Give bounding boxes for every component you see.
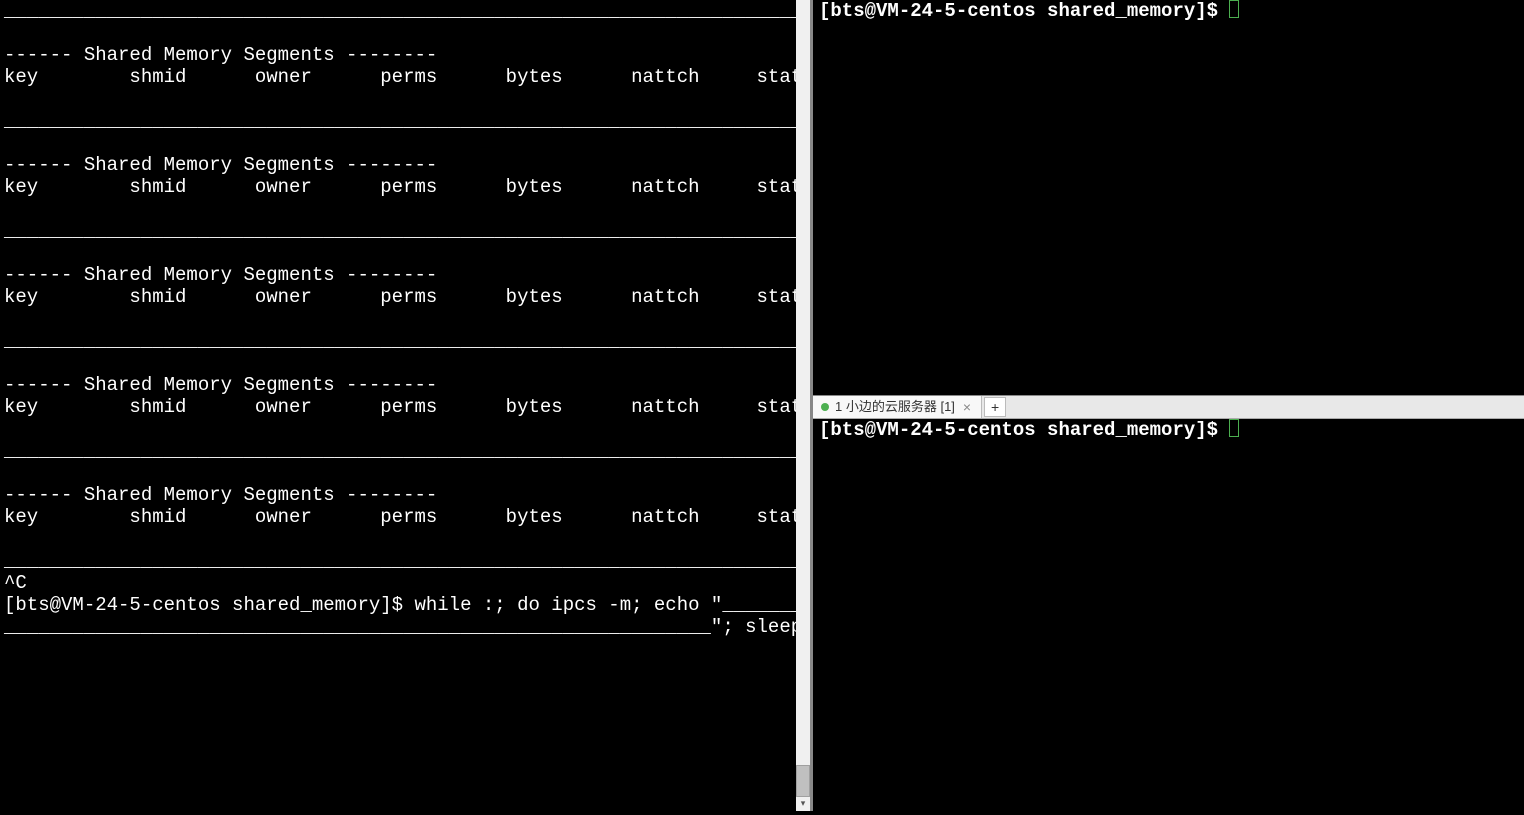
cursor-icon — [1229, 0, 1239, 18]
left-terminal-output[interactable]: ________________________________________… — [0, 0, 810, 811]
right-top-terminal[interactable]: [bts@VM-24-5-centos shared_memory]$ — [813, 0, 1524, 395]
prompt: [bts@VM-24-5-centos shared_memory]$ — [819, 419, 1229, 441]
scrollbar[interactable]: ▾ — [796, 0, 810, 811]
prompt: [bts@VM-24-5-centos shared_memory]$ — [819, 0, 1229, 22]
tab-label: 1 小边的云服务器 [1] — [835, 396, 955, 418]
right-bottom-terminal[interactable]: [bts@VM-24-5-centos shared_memory]$ — [813, 419, 1524, 811]
scroll-down-icon[interactable]: ▾ — [796, 797, 810, 811]
cursor-icon — [1229, 419, 1239, 437]
session-tab[interactable]: 1 小边的云服务器 [1] × — [813, 396, 982, 418]
add-tab-button[interactable]: + — [984, 397, 1006, 417]
close-icon[interactable]: × — [961, 396, 973, 418]
status-dot-icon — [821, 403, 829, 411]
plus-icon: + — [991, 396, 999, 418]
right-panes: [bts@VM-24-5-centos shared_memory]$ 1 小边… — [812, 0, 1524, 811]
tab-bar: 1 小边的云服务器 [1] × + — [813, 395, 1524, 419]
left-terminal-pane[interactable]: ________________________________________… — [0, 0, 812, 811]
